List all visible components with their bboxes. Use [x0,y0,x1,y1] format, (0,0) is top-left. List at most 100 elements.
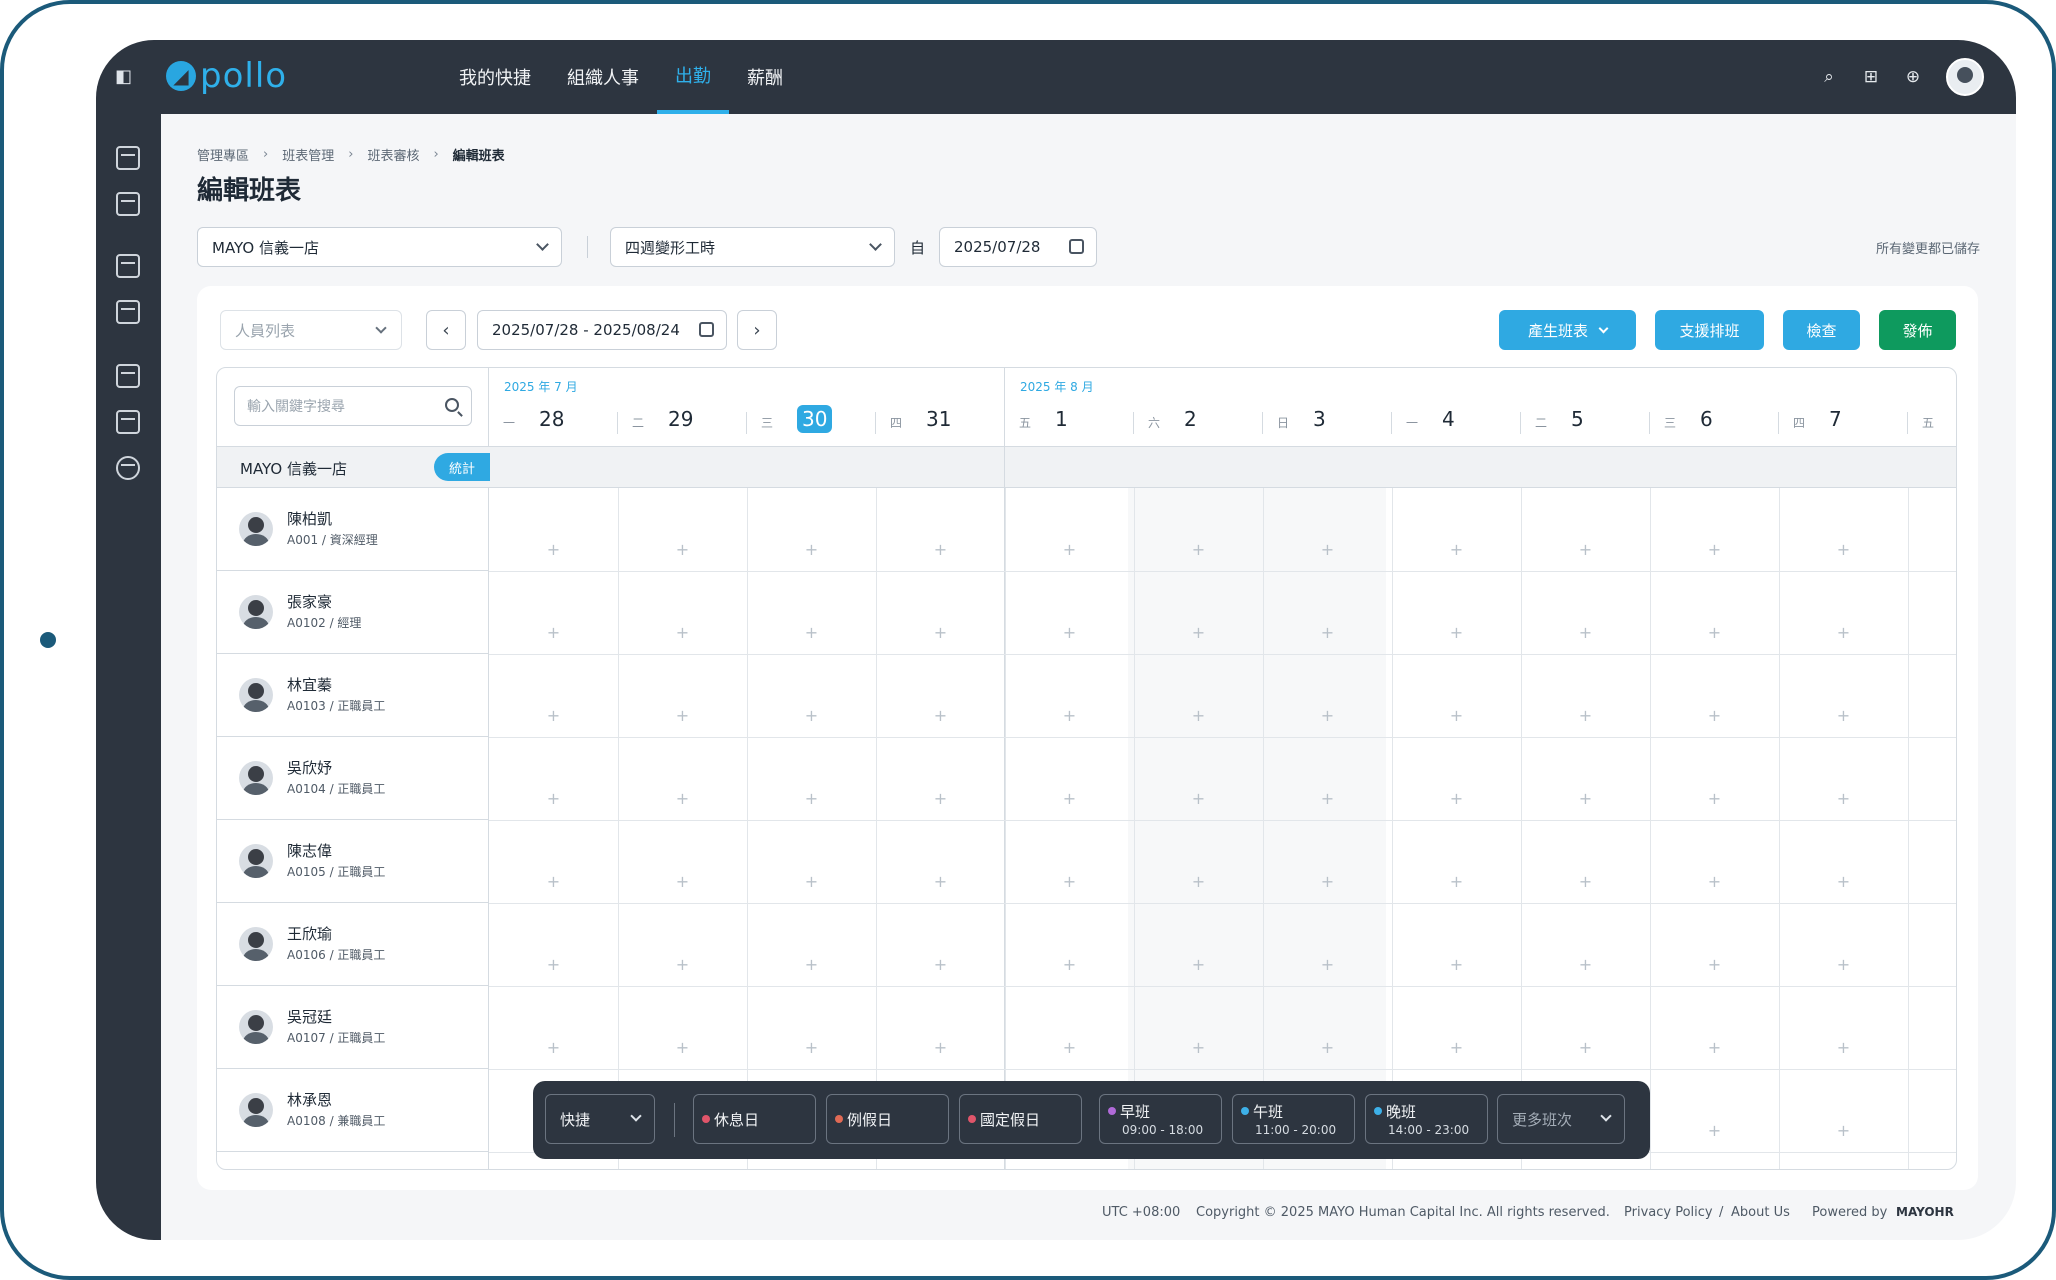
add-shift-button[interactable]: + [675,706,691,725]
add-shift-button[interactable]: + [1578,540,1594,559]
add-shift-button[interactable]: + [1191,540,1207,559]
add-shift-button[interactable]: + [1320,540,1336,559]
add-shift-button[interactable]: + [1707,706,1723,725]
add-shift-button[interactable]: + [1062,706,1078,725]
add-shift-button[interactable]: + [1707,789,1723,808]
add-shift-button[interactable]: + [1836,1038,1852,1057]
calendar-edit-icon[interactable] [116,364,140,388]
nav-item-payroll[interactable]: 薪酬 [729,40,801,114]
add-shift-button[interactable]: + [1191,706,1207,725]
add-shift-button[interactable]: + [1449,540,1465,559]
add-shift-button[interactable]: + [804,955,820,974]
add-shift-button[interactable]: + [1578,1038,1594,1057]
calendar-icon[interactable] [116,146,140,170]
employee-row[interactable]: 林承恩 A0108 / 兼職員工 [217,1069,489,1152]
add-shift-button[interactable]: + [1707,1038,1723,1057]
add-shift-button[interactable]: + [1320,1038,1336,1057]
generate-schedule-button[interactable]: 產生班表 [1499,310,1636,350]
publish-button[interactable]: 發佈 [1879,310,1956,350]
add-shift-button[interactable]: + [804,706,820,725]
nav-item-shortcuts[interactable]: 我的快捷 [441,40,549,114]
add-shift-button[interactable]: + [1320,955,1336,974]
about-us-link[interactable]: About Us [1731,1205,1790,1220]
calendar-clock-icon[interactable] [116,300,140,324]
add-shift-button[interactable]: + [546,1038,562,1057]
add-shift-button[interactable]: + [804,623,820,642]
calendar-settings-icon[interactable] [116,192,140,216]
calendar-user-icon[interactable] [116,410,140,434]
add-shift-button[interactable]: + [546,540,562,559]
add-shift-button[interactable]: + [546,706,562,725]
add-shift-button[interactable]: + [933,540,949,559]
shift-rest-day[interactable]: 休息日 [693,1094,816,1144]
employee-row[interactable]: 張家豪 A0102 / 經理 [217,571,489,654]
add-shift-button[interactable]: + [1062,540,1078,559]
add-shift-button[interactable]: + [1707,540,1723,559]
add-shift-button[interactable]: + [1449,955,1465,974]
add-shift-button[interactable]: + [1320,623,1336,642]
stats-button[interactable]: 統計 [434,453,490,481]
quick-mode-select[interactable]: 快捷 [545,1094,655,1144]
shift-afternoon[interactable]: 午班 11:00 - 20:00 [1232,1094,1355,1144]
employee-search-input[interactable]: 輸入關鍵字搜尋 [234,386,472,426]
add-shift-button[interactable]: + [1320,789,1336,808]
day-number[interactable]: 28 [539,407,564,431]
add-shift-button[interactable]: + [675,540,691,559]
day-number[interactable]: 2 [1184,407,1197,431]
add-shift-button[interactable]: + [933,1038,949,1057]
employee-row[interactable]: 林宜蓁 A0103 / 正職員工 [217,654,489,737]
add-shift-button[interactable]: + [804,1038,820,1057]
add-shift-button[interactable]: + [1062,872,1078,891]
nav-item-hr[interactable]: 組織人事 [549,40,657,114]
add-shift-button[interactable]: + [1578,789,1594,808]
add-shift-button[interactable]: + [1707,623,1723,642]
from-date-picker[interactable]: 2025/07/28 [939,227,1097,267]
add-shift-button[interactable]: + [546,623,562,642]
day-number[interactable]: 6 [1700,407,1713,431]
day-number[interactable]: 4 [1442,407,1455,431]
people-list-select[interactable]: 人員列表 [220,310,402,350]
sidebar-toggle-icon[interactable]: ◧ [115,67,132,87]
add-shift-button[interactable]: + [804,789,820,808]
add-shift-button[interactable]: + [1836,955,1852,974]
day-number[interactable]: 5 [1571,407,1584,431]
add-shift-button[interactable]: + [675,955,691,974]
day-number[interactable]: 31 [926,407,951,431]
add-shift-button[interactable]: + [1191,1038,1207,1057]
add-shift-button[interactable]: + [1836,789,1852,808]
day-number[interactable]: 3 [1313,407,1326,431]
add-shift-button[interactable]: + [1191,789,1207,808]
employee-row[interactable]: 吳欣妤 A0104 / 正職員工 [217,737,489,820]
add-shift-button[interactable]: + [1707,1121,1723,1140]
add-shift-button[interactable]: + [1191,872,1207,891]
app-logo[interactable]: ◢ pollo [166,54,287,98]
employee-row[interactable]: 陳柏凱 A001 / 資深經理 [217,488,489,571]
employee-row[interactable]: 吳冠廷 A0107 / 正職員工 [217,986,489,1069]
shift-national-holiday[interactable]: 國定假日 [959,1094,1082,1144]
user-avatar[interactable] [1946,58,1984,96]
add-shift-button[interactable]: + [1449,872,1465,891]
add-shift-button[interactable]: + [1836,623,1852,642]
prev-period-button[interactable]: ‹ [426,310,466,350]
add-shift-button[interactable]: + [546,955,562,974]
add-shift-button[interactable]: + [546,872,562,891]
work-type-select[interactable]: 四週變形工時 [610,227,895,267]
add-shift-button[interactable]: + [675,1038,691,1057]
add-shift-button[interactable]: + [933,706,949,725]
date-range-picker[interactable]: 2025/07/28 - 2025/08/24 [477,310,727,350]
add-shift-button[interactable]: + [1062,789,1078,808]
add-shift-button[interactable]: + [1578,955,1594,974]
breadcrumb-item[interactable]: 班表管理 [282,145,334,164]
add-shift-button[interactable]: + [1836,1121,1852,1140]
shift-evening[interactable]: 晚班 14:00 - 23:00 [1365,1094,1488,1144]
add-shift-button[interactable]: + [933,789,949,808]
day-number[interactable]: 29 [668,407,693,431]
add-shift-button[interactable]: + [1320,706,1336,725]
add-shift-button[interactable]: + [1449,1038,1465,1057]
add-shift-button[interactable]: + [1836,540,1852,559]
apps-grid-icon[interactable]: ⊞ [1862,68,1880,86]
globe-icon[interactable]: ⊕ [1904,68,1922,86]
breadcrumb-item[interactable]: 管理專區 [197,145,249,164]
add-shift-button[interactable]: + [1320,872,1336,891]
add-shift-button[interactable]: + [1707,955,1723,974]
